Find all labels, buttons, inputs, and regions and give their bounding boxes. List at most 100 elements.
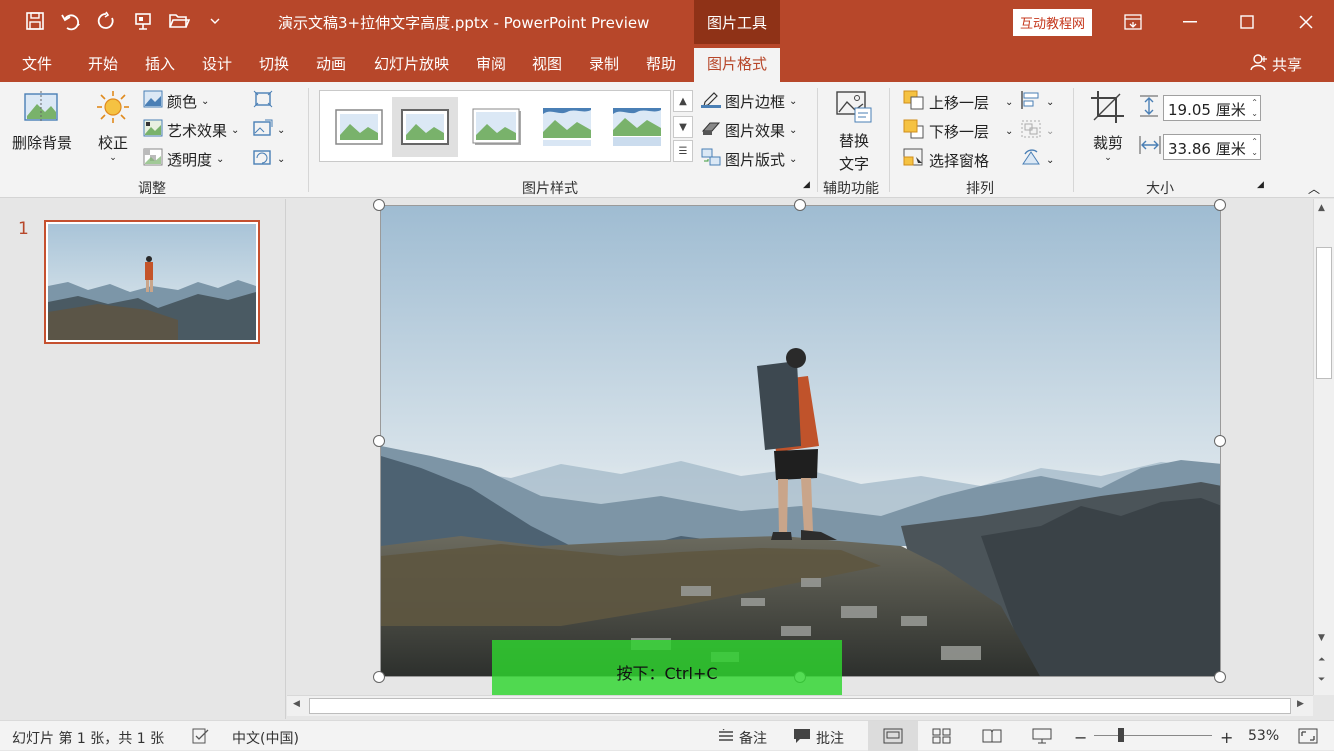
scroll-up-icon[interactable]: ▲ <box>1318 203 1325 213</box>
next-slide-icon[interactable]: ⏷ <box>1318 675 1325 685</box>
zoom-level[interactable]: 53% <box>1248 728 1279 744</box>
dialog-launcher-icon[interactable]: ◢ <box>1257 180 1264 190</box>
style-item[interactable] <box>604 97 670 157</box>
reading-view-icon[interactable] <box>982 728 1002 744</box>
align-button[interactable]: ⌄ <box>1020 90 1054 114</box>
style-item[interactable] <box>326 97 392 157</box>
resize-handle[interactable] <box>1214 435 1226 447</box>
tab-animations[interactable]: 动画 <box>316 44 346 82</box>
rotate-button[interactable]: ⌄ <box>1020 148 1054 172</box>
crop-button[interactable]: 裁剪 ⌄ <box>1090 90 1126 163</box>
gallery-up-arrow[interactable]: ▲ <box>673 90 693 112</box>
zoom-slider-thumb[interactable] <box>1118 728 1124 742</box>
gallery-more-arrow[interactable]: ☰ <box>673 140 693 162</box>
gallery-down-arrow[interactable]: ▼ <box>673 116 693 138</box>
maximize-icon[interactable] <box>1218 0 1275 44</box>
tab-insert[interactable]: 插入 <box>145 44 175 82</box>
chevron-down-icon: ⌄ <box>1005 125 1014 137</box>
picture-layout-button[interactable]: 图片版式 ⌄ <box>701 148 797 170</box>
picture-border-button[interactable]: 图片边框 ⌄ <box>701 90 797 112</box>
tab-home[interactable]: 开始 <box>88 44 118 82</box>
style-item[interactable] <box>392 97 458 157</box>
undo-icon[interactable] <box>58 8 84 34</box>
height-input[interactable]: 19.05 厘米 ⌃ ⌄ <box>1163 95 1261 121</box>
save-icon[interactable] <box>22 8 48 34</box>
tab-transitions[interactable]: 切换 <box>259 44 289 82</box>
chevron-down-icon: ⌄ <box>1046 125 1055 137</box>
present-icon[interactable] <box>130 8 156 34</box>
resize-handle[interactable] <box>794 199 806 211</box>
scroll-right-icon[interactable]: ▶ <box>1297 699 1304 709</box>
reset-picture-button[interactable]: ⌄ <box>253 148 285 170</box>
transparency-button[interactable]: 透明度 ⌄ <box>143 148 224 170</box>
send-backward-button[interactable]: 下移一层 ⌄ <box>903 119 1013 143</box>
bring-forward-button[interactable]: 上移一层 ⌄ <box>903 90 1013 114</box>
resize-handle[interactable] <box>1214 199 1226 211</box>
zoom-in-icon[interactable]: + <box>1220 728 1233 747</box>
minimize-icon[interactable] <box>1161 0 1218 44</box>
compress-pictures-button[interactable] <box>253 90 273 112</box>
language[interactable]: 中文(中国) <box>232 728 299 748</box>
group-styles-label: 图片样式 <box>522 181 578 197</box>
tab-picture-format[interactable]: 图片格式 <box>694 48 780 82</box>
tab-record[interactable]: 录制 <box>589 44 619 82</box>
alt-text-button[interactable]: 替换 文字 <box>835 90 873 174</box>
fit-slide-icon[interactable] <box>1298 728 1318 744</box>
scroll-thumb[interactable] <box>1316 247 1332 379</box>
open-icon[interactable] <box>166 8 192 34</box>
corrections-button[interactable]: 校正 ⌄ <box>96 90 130 163</box>
slideshow-view-icon[interactable] <box>1032 728 1052 744</box>
color-button[interactable]: 颜色 ⌄ <box>143 90 209 112</box>
width-input[interactable]: 33.86 厘米 ⌃ ⌄ <box>1163 134 1261 160</box>
spinner-icon[interactable]: ⌃ ⌄ <box>1251 97 1258 119</box>
ribbon-display-icon[interactable] <box>1104 0 1161 44</box>
resize-handle[interactable] <box>373 671 385 683</box>
picture-border-label: 图片边框 <box>725 92 786 111</box>
selection-pane-icon <box>903 148 925 172</box>
slide-number: 1 <box>18 219 29 239</box>
vertical-scrollbar[interactable]: ▲ ▼ ⏶ ⏷ <box>1313 199 1334 695</box>
slide-picture[interactable] <box>380 205 1221 677</box>
change-picture-button[interactable]: ⌄ <box>253 119 285 141</box>
resize-handle[interactable] <box>373 199 385 211</box>
artistic-effects-button[interactable]: 艺术效果 ⌄ <box>143 119 239 141</box>
group-button[interactable]: ⌄ <box>1020 119 1054 143</box>
zoom-out-icon[interactable]: − <box>1074 728 1087 747</box>
redo-icon[interactable] <box>94 8 120 34</box>
picture-effects-button[interactable]: 图片效果 ⌄ <box>701 119 797 141</box>
comments-label: 批注 <box>816 731 844 747</box>
previous-slide-icon[interactable]: ⏶ <box>1318 655 1325 665</box>
tab-slideshow[interactable]: 幻灯片放映 <box>374 44 449 82</box>
tab-help[interactable]: 帮助 <box>646 44 676 82</box>
resize-handle[interactable] <box>373 435 385 447</box>
zoom-slider[interactable] <box>1094 728 1212 742</box>
style-item[interactable] <box>534 97 600 157</box>
remove-background-button[interactable]: 删除背景 <box>12 90 72 153</box>
chevron-down-icon: ⌄ <box>231 124 240 136</box>
slide-thumbnail[interactable] <box>44 220 260 344</box>
horizontal-scrollbar[interactable]: ◀ ▶ <box>287 695 1313 716</box>
style-item[interactable] <box>464 97 530 157</box>
resize-handle[interactable] <box>1214 671 1226 683</box>
collapse-ribbon-icon[interactable]: ︿ <box>1308 180 1320 197</box>
customize-icon[interactable] <box>202 8 228 34</box>
accessibility-check-icon[interactable] <box>192 728 210 744</box>
comments-button[interactable]: 批注 <box>793 728 844 748</box>
tab-view[interactable]: 视图 <box>532 44 562 82</box>
dialog-launcher-icon[interactable]: ◢ <box>803 180 810 190</box>
tab-design[interactable]: 设计 <box>202 44 232 82</box>
tab-review[interactable]: 审阅 <box>476 44 506 82</box>
scroll-thumb[interactable] <box>309 698 1291 714</box>
normal-view-icon[interactable] <box>868 721 918 751</box>
share-button[interactable]: 共享 <box>1250 53 1302 75</box>
selection-pane-button[interactable]: 选择窗格 <box>903 148 989 172</box>
notes-button[interactable]: 备注 <box>718 726 767 748</box>
tab-file[interactable]: 文件 <box>22 44 52 82</box>
close-icon[interactable] <box>1277 0 1334 44</box>
scroll-down-icon[interactable]: ▼ <box>1318 633 1325 643</box>
scroll-left-icon[interactable]: ◀ <box>293 699 300 709</box>
group-separator <box>889 88 890 192</box>
spinner-icon[interactable]: ⌃ ⌄ <box>1251 136 1258 158</box>
slide-sorter-icon[interactable] <box>932 728 952 744</box>
bring-forward-icon <box>903 90 925 114</box>
